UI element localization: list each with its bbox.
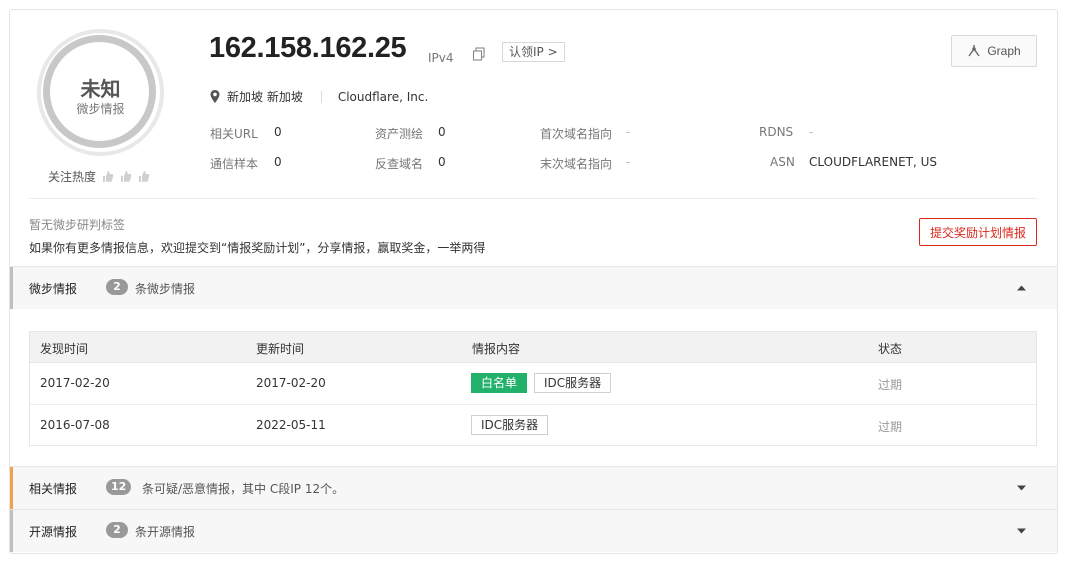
cell-updated: 2022-05-11	[256, 418, 326, 432]
divider	[29, 198, 1037, 199]
count-badge: 12	[106, 479, 132, 495]
section-related-intel[interactable]: 相关情报 12 条可疑/恶意情报，其中 C段IP 12个。	[10, 466, 1057, 509]
ip-report-card: 未知 微步情报 关注热度 162.158.162.25 IPv4 认领IP > …	[9, 9, 1058, 554]
idc-server-tag[interactable]: IDC服务器	[534, 373, 612, 393]
submit-reward-button[interactable]: 提交奖励计划情报	[919, 218, 1037, 246]
no-tags-text: 暂无微步研判标签	[29, 218, 126, 232]
isp-text: Cloudflare, Inc.	[337, 89, 429, 104]
section-accent	[10, 510, 13, 552]
column-header-content: 情报内容	[472, 342, 521, 356]
graph-button-label: Graph	[987, 44, 1021, 58]
meta-value-rdns: -	[809, 125, 814, 139]
cell-updated: 2017-02-20	[256, 376, 326, 390]
cell-status: 过期	[878, 378, 903, 392]
idc-server-tag[interactable]: IDC服务器	[471, 415, 549, 435]
whitelist-tag[interactable]: 白名单	[471, 373, 528, 393]
thumb-icon	[139, 171, 150, 182]
table-header: 发现时间 更新时间 情报内容 状态	[30, 332, 1036, 363]
section-accent	[10, 267, 13, 309]
cell-status: 过期	[878, 420, 903, 434]
location-divider	[320, 90, 322, 103]
meta-value-first-domain: -	[626, 125, 631, 139]
meta-value-asset-mapping[interactable]: 0	[438, 125, 446, 139]
meta-label-related-url: 相关URL	[210, 127, 258, 141]
meta-label-asset-mapping: 资产测绘	[375, 127, 424, 141]
column-header-status: 状态	[878, 342, 903, 356]
column-header-found: 发现时间	[40, 342, 89, 356]
thumb-icon	[103, 171, 114, 182]
gauge-source: 微步情报	[76, 102, 125, 116]
count-badge: 2	[106, 279, 128, 295]
section-desc: 条微步情报	[135, 282, 196, 296]
meta-label-samples: 通信样本	[210, 157, 259, 171]
cell-found: 2017-02-20	[40, 376, 110, 390]
section-open-source-intel[interactable]: 开源情报 2 条开源情报	[10, 509, 1057, 552]
reward-tip-text: 如果你有更多情报信息，欢迎提交到“情报奖励计划”，分享情报，赢取奖金，一举两得	[29, 241, 486, 255]
intel-table: 发现时间 更新时间 情报内容 状态 2017-02-20 2017-02-20 …	[29, 331, 1037, 446]
meta-label-first-domain: 首次域名指向	[540, 127, 613, 141]
caret-down-icon[interactable]	[1016, 527, 1027, 535]
meta-value-samples[interactable]: 0	[274, 155, 282, 169]
ip-address: 162.158.162.25	[209, 32, 407, 64]
meta-value-last-domain: -	[626, 155, 631, 169]
claim-ip-button[interactable]: 认领IP >	[502, 42, 565, 62]
meta-value-asn[interactable]: CLOUDFLARENET, US	[809, 155, 937, 169]
section-desc: 条可疑/恶意情报，其中 C段IP 12个。	[142, 482, 345, 496]
meta-label-rdns: RDNS	[759, 125, 794, 139]
meta-value-related-url[interactable]: 0	[274, 125, 282, 139]
section-accent	[10, 467, 13, 509]
meta-label-asn: ASN	[770, 155, 795, 169]
graph-icon	[968, 45, 980, 57]
section-title: 微步情报	[29, 282, 78, 296]
meta-value-reverse-domains[interactable]: 0	[438, 155, 446, 169]
meta-label-last-domain: 末次域名指向	[540, 157, 613, 171]
table-row: 2016-07-08 2022-05-11 IDC服务器 过期	[30, 405, 1036, 446]
table-row: 2017-02-20 2017-02-20 白名单 IDC服务器 过期	[30, 363, 1036, 405]
ip-version: IPv4	[428, 51, 454, 65]
location-pin-icon	[210, 90, 220, 103]
copy-icon[interactable]	[472, 47, 486, 61]
cell-found: 2016-07-08	[40, 418, 110, 432]
thumb-icon	[121, 171, 132, 182]
column-header-updated: 更新时间	[256, 342, 305, 356]
section-title: 相关情报	[29, 482, 78, 496]
count-badge: 2	[106, 522, 128, 538]
meta-label-reverse-domains: 反查域名	[375, 157, 424, 171]
section-threatbook-intel[interactable]: 微步情报 2 条微步情报	[10, 266, 1057, 309]
caret-down-icon[interactable]	[1016, 484, 1027, 492]
gauge-verdict: 未知	[80, 77, 121, 101]
graph-button[interactable]: Graph	[951, 35, 1037, 67]
threat-gauge: 未知 微步情报	[37, 29, 164, 156]
location-row: 新加坡 新加坡 Cloudflare, Inc.	[210, 88, 428, 105]
attention-heat: 关注热度	[48, 168, 150, 185]
location-text: 新加坡 新加坡	[227, 90, 303, 104]
section-title: 开源情报	[29, 525, 78, 539]
caret-up-icon[interactable]	[1016, 284, 1027, 292]
heat-label: 关注热度	[48, 170, 97, 184]
section-desc: 条开源情报	[135, 525, 196, 539]
